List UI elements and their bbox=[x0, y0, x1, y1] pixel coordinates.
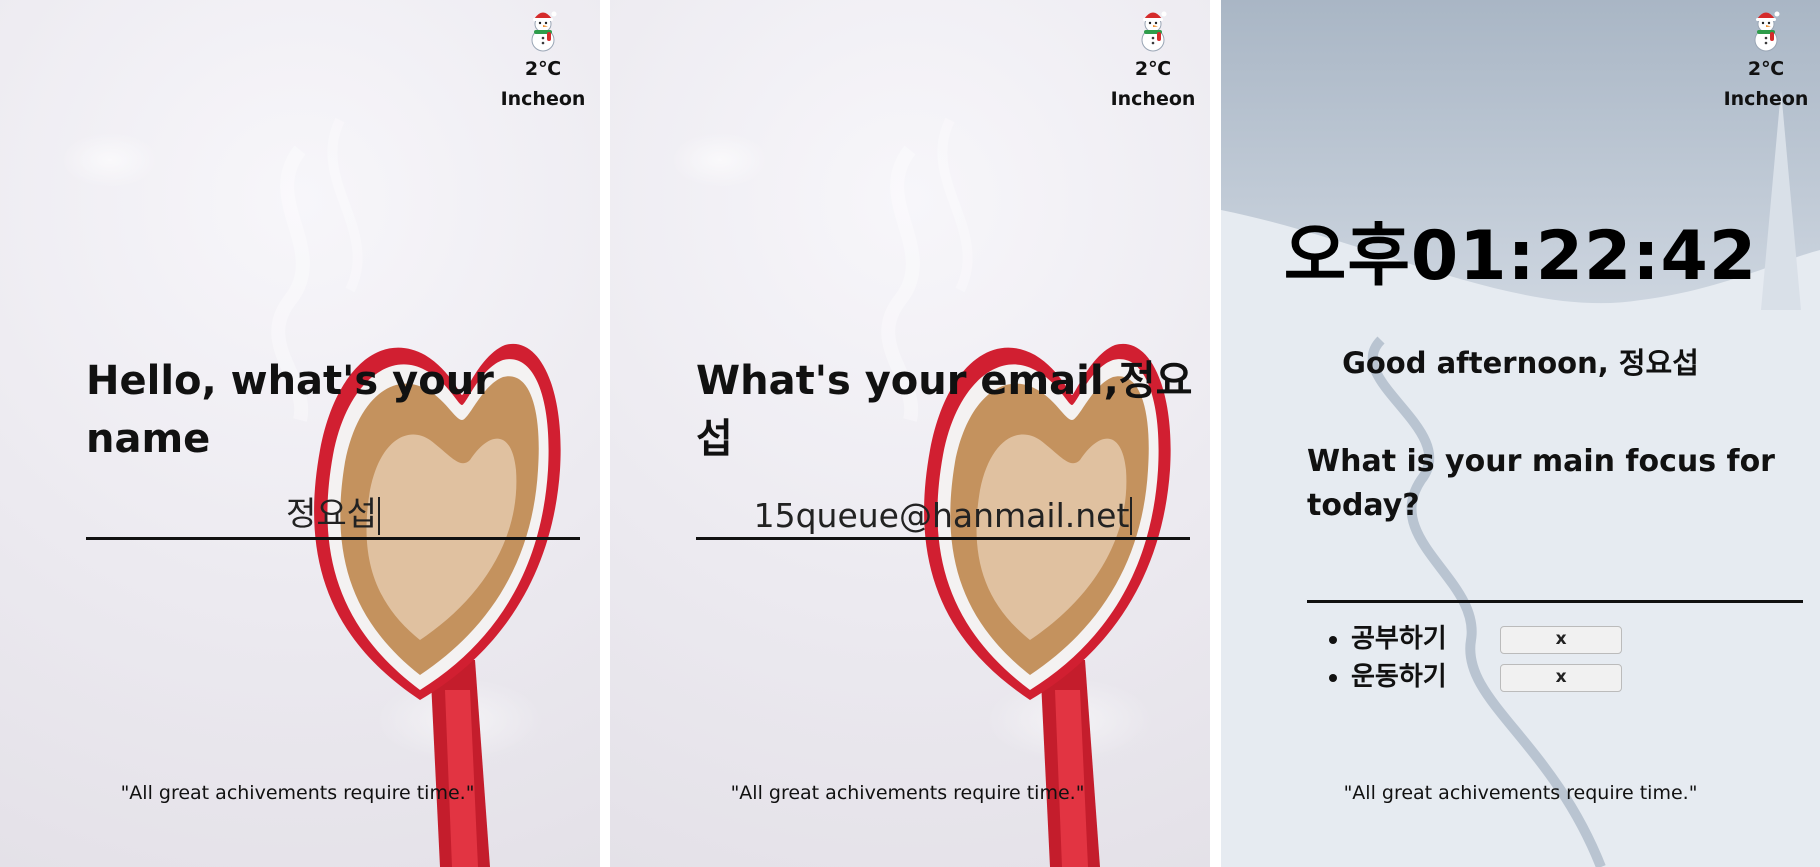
quote-text: "All great achivements require time." bbox=[120, 782, 475, 804]
todo-item-label: 운동하기 bbox=[1351, 662, 1447, 692]
email-input[interactable]: 15queue@hanmail.net bbox=[696, 490, 1190, 540]
delete-todo-button[interactable]: x bbox=[1500, 625, 1623, 654]
weather-widget: 2℃ Incheon bbox=[498, 8, 588, 114]
email-prompt-heading: What's your email,정요섭 bbox=[696, 358, 1193, 462]
weather-widget: 2℃ Incheon bbox=[1108, 8, 1198, 114]
name-prompt-heading: Hello, what's your name bbox=[86, 358, 494, 462]
todo-list: 공부하기 x 운동하기 x bbox=[1307, 620, 1623, 696]
snowman-icon bbox=[1130, 8, 1176, 54]
email-input-value: 15queue@hanmail.net bbox=[753, 496, 1130, 535]
snow-hill-image bbox=[1221, 90, 1820, 867]
screenshot-collage: 2℃ Incheon Hello, what's your name 정요섭 "… bbox=[0, 0, 1820, 867]
weather-city: Incheon bbox=[500, 88, 586, 110]
dashboard-panel: 2℃ Incheon 오후01:22:42 Good afternoon, 정요… bbox=[1221, 0, 1820, 867]
snowman-icon bbox=[520, 8, 566, 54]
delete-todo-button[interactable]: x bbox=[1500, 663, 1623, 692]
quote-text: "All great achivements require time." bbox=[1343, 782, 1698, 804]
todo-item: 공부하기 x bbox=[1351, 620, 1623, 658]
name-input[interactable]: 정요섭 bbox=[86, 490, 580, 540]
weather-widget: 2℃ Incheon bbox=[1721, 8, 1811, 114]
text-caret bbox=[1130, 497, 1133, 535]
greeting-text: Good afternoon, 정요섭 bbox=[1342, 346, 1699, 380]
todo-item: 운동하기 x bbox=[1351, 658, 1623, 696]
todo-item-label: 공부하기 bbox=[1351, 624, 1447, 654]
weather-city: Incheon bbox=[1110, 88, 1196, 110]
weather-temperature: 2℃ bbox=[524, 58, 562, 80]
focus-input[interactable] bbox=[1307, 548, 1803, 603]
weather-temperature: 2℃ bbox=[1747, 58, 1785, 80]
focus-question-heading: What is your main focus for today? bbox=[1307, 444, 1775, 523]
weather-city: Incheon bbox=[1723, 88, 1809, 110]
clock-display: 오후01:22:42 bbox=[1283, 217, 1758, 296]
weather-temperature: 2℃ bbox=[1134, 58, 1172, 80]
snowman-icon bbox=[1743, 8, 1789, 54]
quote-text: "All great achivements require time." bbox=[730, 782, 1085, 804]
email-prompt-panel: 2℃ Incheon What's your email,정요섭 15queue… bbox=[610, 0, 1210, 867]
name-prompt-panel: 2℃ Incheon Hello, what's your name 정요섭 "… bbox=[0, 0, 600, 867]
text-caret bbox=[378, 497, 381, 535]
name-input-value: 정요섭 bbox=[285, 494, 378, 533]
